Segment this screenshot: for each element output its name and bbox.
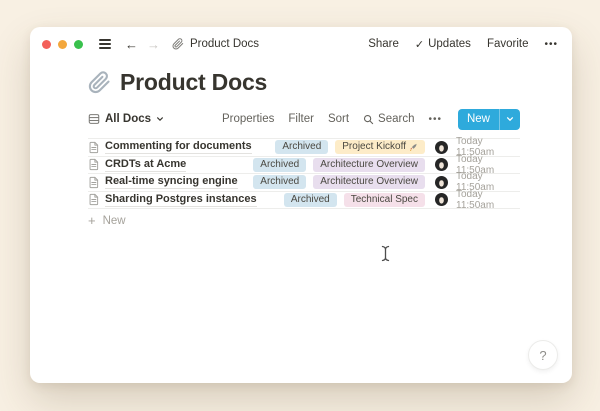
- page-link[interactable]: Real-time syncing engine: [105, 175, 238, 189]
- view-more-button[interactable]: •••: [428, 114, 442, 125]
- page-paperclip-icon[interactable]: [88, 71, 111, 94]
- toolbar-actions: Properties Filter Sort Search ••• New: [222, 109, 520, 130]
- sort-button[interactable]: Sort: [328, 113, 349, 125]
- avatar: [435, 193, 448, 206]
- table-view-icon: [88, 113, 100, 125]
- chevron-down-icon: [156, 115, 164, 123]
- search-icon: [363, 114, 374, 125]
- document-icon: [88, 141, 99, 154]
- row-tags: Archived Architecture Overview: [253, 158, 425, 172]
- add-row-label: New: [103, 215, 126, 227]
- zoom-window-button[interactable]: [74, 40, 83, 49]
- breadcrumb[interactable]: Product Docs: [190, 38, 259, 50]
- new-button-dropdown[interactable]: [499, 109, 520, 130]
- status-badge[interactable]: Archived: [284, 193, 337, 207]
- help-button[interactable]: ?: [528, 340, 558, 370]
- sidebar-toggle-button[interactable]: [96, 36, 114, 52]
- view-toolbar: All Docs Properties Filter Sort Search •…: [30, 108, 572, 130]
- avatar: [435, 158, 448, 171]
- more-options-button[interactable]: •••: [544, 39, 558, 50]
- search-button[interactable]: Search: [363, 113, 414, 125]
- properties-button[interactable]: Properties: [222, 113, 274, 125]
- check-icon: ✓: [415, 38, 424, 51]
- project-badge[interactable]: Project Kickoff: [335, 140, 425, 154]
- doc-type-badge[interactable]: Architecture Overview: [313, 175, 425, 189]
- updates-label: Updates: [428, 38, 471, 50]
- share-button[interactable]: Share: [368, 38, 399, 50]
- back-button[interactable]: ←: [125, 38, 138, 51]
- titlebar: ← → Product Docs Share ✓ Updates Favorit…: [30, 27, 572, 61]
- view-switcher[interactable]: All Docs: [88, 113, 164, 125]
- docs-table: Commenting for documents Archived Projec…: [88, 138, 520, 209]
- text-cursor: [381, 245, 390, 267]
- edited-time: Today 11:50am: [456, 189, 520, 211]
- view-name: All Docs: [105, 113, 151, 125]
- titlebar-actions: Share ✓ Updates Favorite •••: [368, 38, 558, 51]
- doc-type-badge[interactable]: Technical Spec: [344, 193, 425, 207]
- document-icon: [88, 193, 99, 206]
- document-icon: [88, 158, 99, 171]
- new-button[interactable]: New: [458, 109, 520, 130]
- document-icon: [88, 176, 99, 189]
- table-row[interactable]: Sharding Postgres instances Archived Tec…: [88, 192, 520, 210]
- page-link[interactable]: CRDTs at Acme: [105, 158, 186, 172]
- new-button-label[interactable]: New: [458, 109, 499, 130]
- doc-type-badge[interactable]: Architecture Overview: [313, 158, 425, 172]
- page-header: Product Docs: [30, 69, 572, 96]
- status-badge[interactable]: Archived: [253, 175, 306, 189]
- minimize-window-button[interactable]: [58, 40, 67, 49]
- updates-button[interactable]: ✓ Updates: [415, 38, 471, 51]
- row-tags: Archived Project Kickoff: [275, 140, 425, 154]
- rocket-emoji: [409, 143, 418, 152]
- avatar: [435, 176, 448, 189]
- chevron-down-icon: [506, 115, 514, 123]
- app-window: ← → Product Docs Share ✓ Updates Favorit…: [30, 27, 572, 383]
- plus-icon: +: [88, 214, 96, 227]
- desktop: { "colors": { "accent_blue": "#2eaadc", …: [0, 0, 600, 411]
- status-badge[interactable]: Archived: [253, 158, 306, 172]
- favorite-button[interactable]: Favorite: [487, 38, 529, 50]
- page-link[interactable]: Commenting for documents: [105, 140, 252, 154]
- add-row-button[interactable]: + New: [88, 210, 520, 231]
- search-label: Search: [378, 113, 414, 125]
- tag-label: Project Kickoff: [342, 140, 406, 154]
- page-title[interactable]: Product Docs: [120, 69, 267, 96]
- close-window-button[interactable]: [42, 40, 51, 49]
- paperclip-icon: [172, 38, 184, 50]
- row-tags: Archived Architecture Overview: [253, 175, 425, 189]
- page-link[interactable]: Sharding Postgres instances: [105, 193, 257, 207]
- avatar: [435, 141, 448, 154]
- filter-button[interactable]: Filter: [288, 113, 314, 125]
- forward-button[interactable]: →: [147, 38, 160, 51]
- row-tags: Archived Technical Spec: [284, 193, 425, 207]
- status-badge[interactable]: Archived: [275, 140, 328, 154]
